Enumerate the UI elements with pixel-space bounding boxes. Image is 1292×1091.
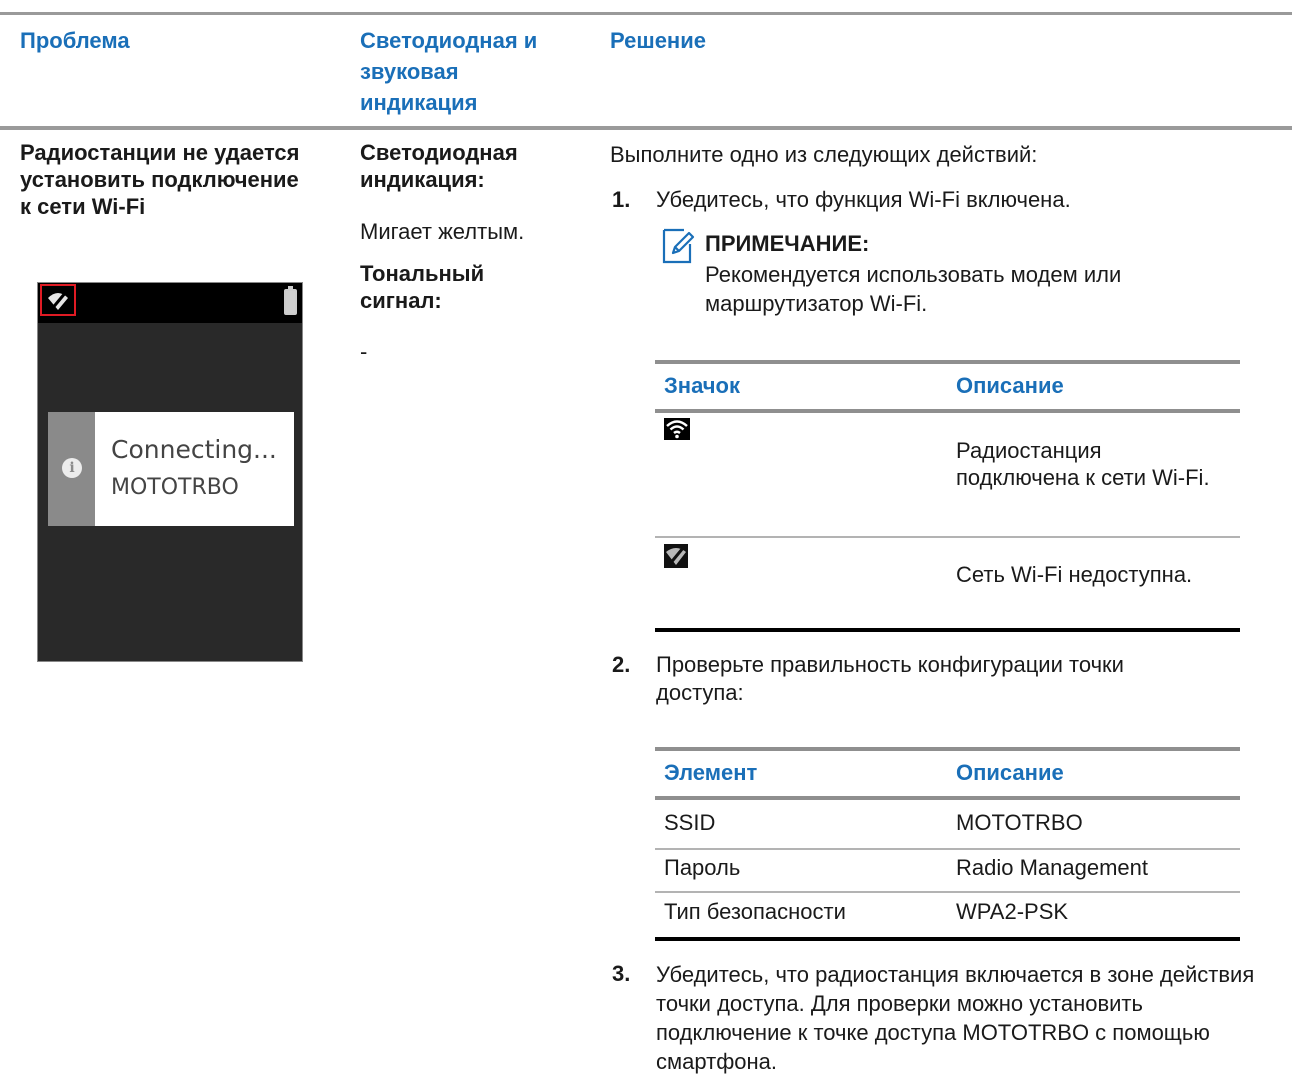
radio-status-bar xyxy=(38,283,302,323)
config-row-1-value: MOTOTRBO xyxy=(956,810,1083,835)
step-1-text: Убедитесь, что функция Wi-Fi включена. xyxy=(656,187,1071,212)
icon-table-bottom-rule xyxy=(655,628,1240,632)
config-row-rule-1 xyxy=(655,848,1240,850)
step-2-text: Проверьте правильность конфигурации точк… xyxy=(656,652,1124,705)
connecting-dialog: i Connecting... MOTOTRBO xyxy=(48,412,294,526)
wifi-disconnected-icon xyxy=(48,291,68,311)
icon-row-2-desc: Сеть Wi-Fi недоступна. xyxy=(956,562,1193,587)
config-table-header-rule xyxy=(655,796,1240,800)
config-row-1-element: SSID xyxy=(664,810,716,835)
wifi-connected-icon xyxy=(664,418,690,440)
step-1-number: 1. xyxy=(612,187,631,212)
battery-icon xyxy=(284,286,297,315)
config-table-header-element: Элемент xyxy=(664,760,758,785)
tone-label: Тональный сигнал: xyxy=(360,261,485,313)
dialog-line-2: MOTOTRBO xyxy=(111,475,239,500)
info-icon: i xyxy=(62,458,82,478)
tone-value: - xyxy=(360,339,368,364)
config-row-rule-2 xyxy=(655,891,1240,893)
dialog-line-1: Connecting... xyxy=(111,435,277,464)
config-row-3-value: WPA2-PSK xyxy=(956,899,1069,924)
icon-table-header-icon: Значок xyxy=(664,373,740,398)
table-top-rule xyxy=(0,12,1292,15)
icon-table-row-rule xyxy=(655,536,1240,538)
note-text: Рекомендуется использовать модем или мар… xyxy=(705,262,1122,316)
icon-table-header-desc: Описание xyxy=(956,373,1064,398)
config-table-top-rule xyxy=(655,747,1240,751)
note-title: ПРИМЕЧАНИЕ: xyxy=(705,231,870,256)
header-rule xyxy=(0,126,1292,130)
step-3-number: 3. xyxy=(612,961,631,986)
icon-table-header-rule xyxy=(655,409,1240,413)
highlight-box xyxy=(40,284,76,316)
led-value: Мигает желтым. xyxy=(360,219,525,244)
solution-intro: Выполните одно из следующих действий: xyxy=(610,142,1038,167)
note-icon xyxy=(662,228,695,264)
dialog-side-bar: i xyxy=(48,412,95,526)
header-solution: Решение xyxy=(610,28,706,53)
config-table-header-desc: Описание xyxy=(956,760,1064,785)
icon-row-1-desc: Радиостанция подключена к сети Wi-Fi. xyxy=(956,438,1210,490)
radio-screen-image: i Connecting... MOTOTRBO xyxy=(37,282,303,662)
step-3-text: Убедитесь, что радиостанция включается в… xyxy=(656,962,1255,1074)
problem-text: Радиостанции не удается установить подкл… xyxy=(20,140,300,219)
step-2-number: 2. xyxy=(612,652,631,677)
config-row-3-element: Тип безопасности xyxy=(664,899,846,924)
header-indication: Светодиодная и звуковая индикация xyxy=(360,28,538,115)
config-table-bottom-rule xyxy=(655,937,1240,941)
led-label: Светодиодная индикация: xyxy=(360,140,518,192)
icon-table-top-rule xyxy=(655,360,1240,364)
wifi-unavailable-icon xyxy=(664,544,688,568)
config-row-2-value: Radio Management xyxy=(956,855,1149,880)
header-problem: Проблема xyxy=(20,28,130,53)
config-row-2-element: Пароль xyxy=(664,855,741,880)
